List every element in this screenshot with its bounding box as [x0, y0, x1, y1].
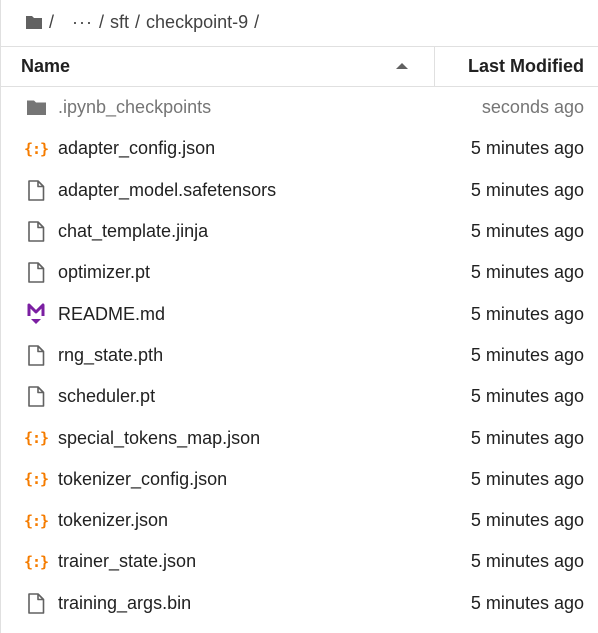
file-list: .ipynb_checkpoints seconds ago {:} adapter_…: [1, 87, 598, 624]
file-row[interactable]: chat_template.jinja 5 minutes ago: [1, 211, 598, 252]
file-row[interactable]: scheduler.pt 5 minutes ago: [1, 376, 598, 417]
file-modified: 5 minutes ago: [470, 468, 584, 489]
file-name: special_tokens_map.json: [58, 427, 261, 448]
breadcrumb: / ··· / sft / checkpoint-9 /: [25, 8, 265, 36]
file-modified: 5 minutes ago: [470, 221, 584, 242]
file-name: chat_template.jinja: [58, 221, 209, 242]
file-modified: 5 minutes ago: [470, 551, 584, 572]
json-icon: {:}: [23, 552, 49, 571]
file-name: trainer_state.json: [58, 551, 197, 572]
file-name: adapter_model.safetensors: [58, 179, 277, 200]
file-icon: [25, 179, 47, 201]
file-name: .ipynb_checkpoints: [58, 97, 212, 118]
json-icon: {:}: [23, 470, 49, 489]
file-icon: [25, 344, 47, 366]
file-icon: [25, 386, 47, 408]
breadcrumb-separator: /: [49, 11, 55, 32]
file-modified: 5 minutes ago: [470, 179, 584, 200]
file-row[interactable]: {:} adapter_config.json 5 minutes ago: [1, 128, 598, 169]
file-name: adapter_config.json: [58, 138, 216, 159]
file-row[interactable]: training_args.bin 5 minutes ago: [1, 583, 598, 624]
file-row[interactable]: adapter_model.safetensors 5 minutes ago: [1, 170, 598, 211]
file-modified: 5 minutes ago: [470, 344, 584, 365]
name-column-label: Name: [21, 56, 71, 76]
file-modified: 5 minutes ago: [470, 386, 584, 407]
sort-ascending-icon: [396, 63, 408, 69]
breadcrumb-ellipsis[interactable]: ···: [72, 12, 93, 33]
file-modified: 5 minutes ago: [470, 262, 584, 283]
home-folder-icon[interactable]: [25, 15, 43, 30]
name-column-header[interactable]: Name: [1, 47, 435, 86]
file-list-header: Name Last Modified: [1, 46, 598, 87]
file-name: README.md: [58, 303, 166, 324]
file-row[interactable]: README.md 5 minutes ago: [1, 293, 598, 334]
file-name: tokenizer.json: [58, 510, 169, 531]
file-name: tokenizer_config.json: [58, 468, 228, 489]
file-modified: 5 minutes ago: [470, 592, 584, 613]
breadcrumb-item-checkpoint[interactable]: checkpoint-9: [146, 12, 248, 33]
file-browser: / ··· / sft / checkpoint-9 / Name Last M…: [0, 0, 598, 633]
last-modified-column-label: Last Modified: [468, 56, 584, 76]
file-modified: 5 minutes ago: [470, 427, 584, 448]
file-modified: 5 minutes ago: [470, 303, 584, 324]
file-modified: seconds ago: [481, 97, 584, 118]
file-icon: [25, 592, 47, 614]
markdown-icon: [25, 303, 47, 325]
file-name: training_args.bin: [58, 592, 192, 613]
breadcrumb-separator: /: [135, 11, 141, 32]
file-row[interactable]: optimizer.pt 5 minutes ago: [1, 252, 598, 293]
breadcrumb-separator: /: [254, 11, 260, 32]
file-row[interactable]: .ipynb_checkpoints seconds ago: [1, 87, 598, 128]
breadcrumb-item-sft[interactable]: sft: [110, 12, 129, 33]
json-icon: {:}: [23, 139, 49, 158]
file-row[interactable]: {:} trainer_state.json 5 minutes ago: [1, 541, 598, 582]
file-name: scheduler.pt: [58, 386, 156, 407]
file-row[interactable]: {:} tokenizer_config.json 5 minutes ago: [1, 459, 598, 500]
last-modified-column-header[interactable]: Last Modified: [435, 47, 598, 86]
file-name: rng_state.pth: [58, 344, 164, 365]
file-modified: 5 minutes ago: [470, 138, 584, 159]
breadcrumb-separator: /: [99, 11, 105, 32]
file-row[interactable]: {:} tokenizer.json 5 minutes ago: [1, 500, 598, 541]
folder-icon: [25, 97, 47, 119]
file-row[interactable]: rng_state.pth 5 minutes ago: [1, 335, 598, 376]
file-name: optimizer.pt: [58, 262, 151, 283]
file-row[interactable]: {:} special_tokens_map.json 5 minutes ago: [1, 417, 598, 458]
json-icon: {:}: [23, 429, 49, 448]
file-icon: [25, 221, 47, 243]
file-icon: [25, 262, 47, 284]
json-icon: {:}: [23, 511, 49, 530]
file-modified: 5 minutes ago: [470, 510, 584, 531]
